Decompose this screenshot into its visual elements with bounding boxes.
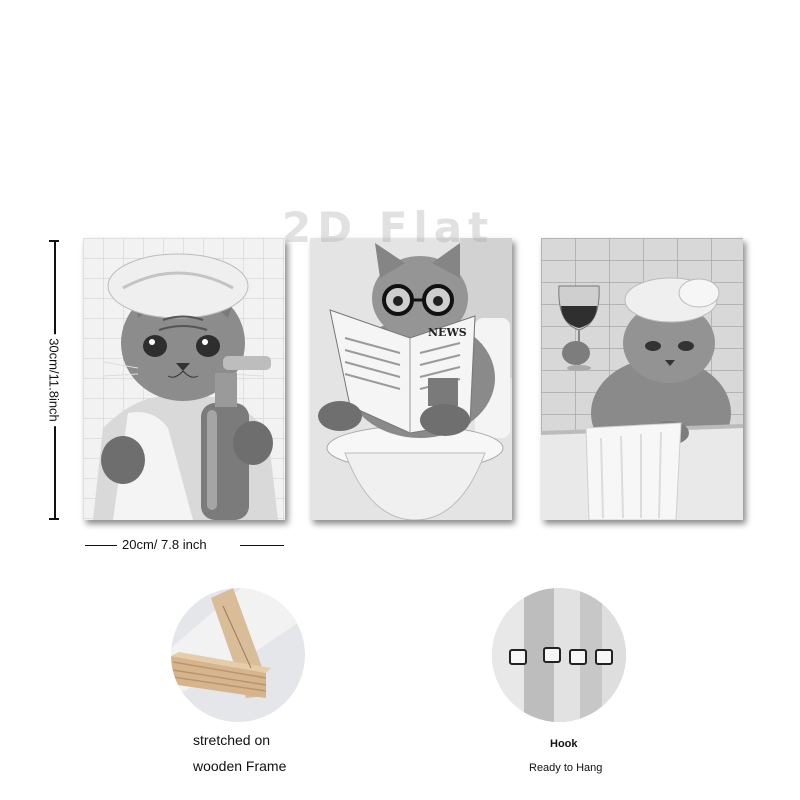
- cat-towel-bottle-image: [83, 238, 285, 520]
- hook-image: [492, 588, 626, 722]
- height-cap-bottom: [49, 518, 59, 520]
- height-line-bottom: [54, 412, 56, 520]
- canvas-panel-3: [541, 238, 743, 520]
- hook-caption-line-1: Hook: [550, 738, 578, 750]
- hook-caption-line-2: Ready to Hang: [529, 762, 603, 774]
- width-label: 20cm/ 7.8 inch: [122, 537, 207, 552]
- cat-newspaper-toilet-image: NEWS: [310, 238, 512, 520]
- height-cap-top: [49, 240, 59, 242]
- width-line-left: [85, 545, 117, 546]
- frame-caption-line-2: wooden Frame: [193, 758, 287, 774]
- frame-caption-line-1: stretched on: [193, 732, 271, 748]
- hook-detail: [492, 588, 626, 722]
- canvas-panel-2: NEWS: [310, 238, 512, 520]
- wooden-frame-image: [171, 588, 305, 722]
- width-line-right: [240, 545, 284, 546]
- canvas-panel-1: [83, 238, 285, 520]
- wooden-frame-detail: [171, 588, 305, 722]
- newspaper-masthead: NEWS: [428, 326, 467, 339]
- height-label: 30cm/11.8inch: [46, 334, 62, 426]
- cat-bathtub-wine-image: [541, 238, 743, 520]
